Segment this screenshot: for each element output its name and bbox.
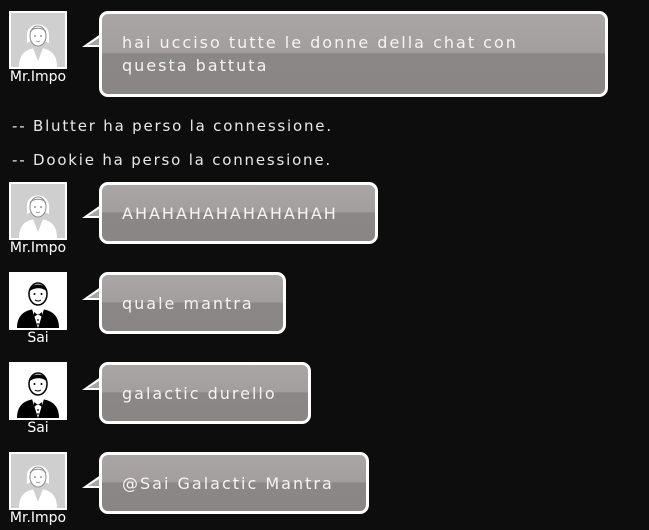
message-bubble: AHAHAHAHAHAHAHAH: [99, 182, 378, 244]
woman-avatar-icon[interactable]: [9, 182, 67, 240]
man-tuxedo-avatar-icon[interactable]: [9, 362, 67, 420]
message-text: galactic durello: [122, 384, 277, 403]
message-bubble: galactic durello: [99, 362, 311, 424]
username[interactable]: Sai: [4, 330, 72, 346]
woman-avatar-icon[interactable]: [9, 11, 67, 69]
message-text: AHAHAHAHAHAHAHAH: [122, 204, 338, 223]
message-text: quale mantra: [122, 294, 254, 313]
username[interactable]: Mr.Impo: [4, 69, 72, 85]
message-text-line: hai ucciso tutte le donne della chat con: [122, 33, 518, 52]
man-tuxedo-avatar-icon[interactable]: [9, 272, 67, 330]
username[interactable]: Sai: [4, 420, 72, 436]
woman-avatar-icon[interactable]: [9, 452, 67, 510]
username[interactable]: Mr.Impo: [4, 240, 72, 256]
message-text: @Sai Galactic Mantra: [122, 474, 334, 493]
system-message: -- Dookie ha perso la connessione.: [12, 151, 332, 169]
message-bubble: @Sai Galactic Mantra: [99, 452, 369, 514]
message-text-line: questa battuta: [122, 56, 269, 75]
message-bubble: hai ucciso tutte le donne della chat con…: [99, 11, 608, 97]
system-message: -- Blutter ha perso la connessione.: [12, 117, 333, 135]
username[interactable]: Mr.Impo: [4, 510, 72, 526]
message-bubble: quale mantra: [99, 272, 286, 334]
